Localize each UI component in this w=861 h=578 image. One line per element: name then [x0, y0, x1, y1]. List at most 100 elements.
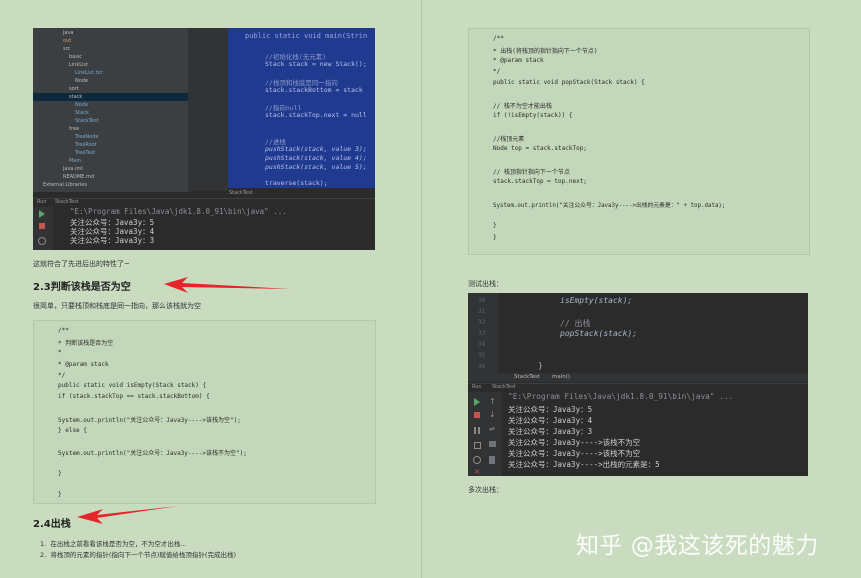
- code-line: System.out.println("关注公众号：Java3y---->该栈不…: [58, 450, 247, 457]
- console-line: "E:\Program Files\Java\jdk1.8.0_91\bin\j…: [508, 392, 734, 401]
- tree-item[interactable]: tree: [33, 125, 188, 133]
- run-panel: Run StackTest "E:\Program Files\Java\jdk…: [33, 198, 375, 250]
- close-icon[interactable]: ✕: [474, 468, 480, 476]
- console-line: 关注公众号：Java3y：5: [508, 405, 593, 414]
- console-line: 关注公众号：Java3y：3: [508, 427, 593, 436]
- code-line: Stack stack = new Stack();: [265, 60, 367, 68]
- code-line: /**: [58, 327, 69, 334]
- ide-screenshot-top: java out src basic LinkList LinkList.txt…: [33, 28, 375, 250]
- down-icon[interactable]: ↓: [489, 410, 496, 419]
- code-line: }: [538, 361, 543, 370]
- breadcrumb-item[interactable]: StackTest: [514, 374, 540, 380]
- line-number: 36: [478, 363, 486, 370]
- tree-item[interactable]: LinkList.txt: [33, 69, 188, 77]
- rerun-icon[interactable]: [474, 398, 480, 406]
- code-line: */: [493, 68, 501, 75]
- run-toolbar: [33, 207, 53, 250]
- code-line: //栈顶元素: [493, 136, 525, 143]
- section-heading: 2.4出栈: [33, 519, 71, 530]
- code-line: pushStack(stack, value 5);: [265, 163, 367, 171]
- tree-item[interactable]: Node: [33, 77, 188, 85]
- console-line: 关注公众号：Java3y：3: [70, 236, 155, 245]
- settings-icon[interactable]: [38, 237, 46, 245]
- console-line: 关注公众号：Java3y---->出栈的元素是：5: [508, 460, 660, 469]
- line-number: 32: [478, 319, 486, 326]
- stop-icon[interactable]: [474, 412, 480, 418]
- code-line: }: [58, 470, 62, 477]
- code-line: popStack(stack);: [560, 329, 638, 338]
- code-line: public static void isEmpty(Stack stack) …: [58, 382, 207, 389]
- code-line: System.out.println("关注公众号：Java3y---->该栈为…: [58, 417, 241, 424]
- tree-item[interactable]: README.md: [33, 173, 188, 181]
- caption: 测试出栈：: [468, 280, 503, 288]
- code-line: }: [493, 234, 497, 241]
- watermark: 知乎 @我这该死的魅力: [576, 533, 819, 559]
- code-line: */: [58, 372, 66, 379]
- tree-item-selected[interactable]: stack: [33, 93, 188, 101]
- code-line: *: [58, 349, 62, 356]
- list-item: 1. 在出栈之前看看该栈是否为空，不为空才出栈...: [40, 540, 187, 548]
- ide-screenshot-bottom: 30 31 32 33 34 35 36 isEmpty(stack); // …: [468, 293, 808, 476]
- list-item: 2. 将栈顶的元素的指针(指向下一个节点)赋值给栈顶指针(完成出栈): [40, 551, 236, 559]
- print-icon[interactable]: [489, 441, 496, 447]
- tree-item[interactable]: TreeTest: [33, 149, 188, 157]
- code-line: stack.stackTop = top.next;: [493, 178, 587, 185]
- red-arrow: [77, 506, 178, 524]
- trash-icon[interactable]: [489, 456, 495, 464]
- stop-icon[interactable]: [39, 223, 45, 229]
- code-line: Node top = stack.stackTop;: [493, 145, 587, 152]
- tree-item[interactable]: LinkList: [33, 61, 188, 69]
- run-panel: Run StackTest ↑ ↓ ⇌ ✕ "E:\Program Files\…: [468, 383, 808, 476]
- wrap-icon[interactable]: ⇌: [489, 425, 495, 433]
- paragraph: 很简单，只要栈顶和栈底是同一指向，那么该栈就为空: [33, 302, 201, 310]
- tree-item[interactable]: TreeNode: [33, 133, 188, 141]
- tree-item[interactable]: sort: [33, 85, 188, 93]
- line-number: 33: [478, 330, 486, 337]
- code-line: }: [493, 222, 497, 229]
- rerun-icon[interactable]: [39, 210, 45, 218]
- code-line: // 出栈: [560, 319, 591, 328]
- code-line: traverse(stack);: [265, 179, 328, 187]
- run-tab[interactable]: StackTest: [492, 384, 516, 390]
- console-line: "E:\Program Files\Java\jdk1.8.0_91\bin\j…: [70, 207, 287, 216]
- code-line: // 栈不为空才能出栈: [493, 103, 552, 110]
- run-tab[interactable]: StackTest: [55, 199, 79, 205]
- tree-item[interactable]: StackTest: [33, 117, 188, 125]
- tree-item[interactable]: java: [33, 29, 188, 37]
- code-line: stack.stackTop.next = null: [265, 111, 367, 119]
- console-line: 关注公众号：Java3y---->该栈不为空: [508, 438, 641, 447]
- console-line: 关注公众号：Java3y：4: [508, 416, 593, 425]
- code-line: } else {: [58, 427, 87, 434]
- code-line: pushStack(stack, value 3);: [265, 145, 367, 153]
- line-number: 35: [478, 352, 486, 359]
- editor-tab[interactable]: StackTest: [229, 190, 253, 196]
- tree-item[interactable]: out: [33, 37, 188, 45]
- code-line: // 栈顶指针指向下一个节点: [493, 169, 570, 176]
- breadcrumb-item[interactable]: main(): [552, 374, 570, 380]
- code-line: public static void main(Strin: [245, 32, 368, 40]
- code-line: * @param stack: [493, 57, 544, 64]
- code-line: }: [58, 491, 62, 498]
- code-line: * 出栈(将栈顶的指针指向下一个节点): [493, 48, 598, 55]
- line-number: 34: [478, 341, 486, 348]
- section-heading: 2.3判断该栈是否为空: [33, 282, 131, 293]
- line-number: 31: [478, 308, 486, 315]
- tree-item[interactable]: Stack: [33, 109, 188, 117]
- tree-item[interactable]: src: [33, 45, 188, 53]
- caption: 多次出栈：: [468, 486, 503, 494]
- left-page: java out src basic LinkList LinkList.txt…: [0, 0, 420, 578]
- tree-item[interactable]: basic: [33, 53, 188, 61]
- tree-item[interactable]: TreeRoot: [33, 141, 188, 149]
- tree-item[interactable]: Node: [33, 101, 188, 109]
- code-line: isEmpty(stack);: [560, 296, 633, 305]
- code-line: * 判断该栈是否为空: [58, 340, 114, 347]
- settings-icon[interactable]: [473, 456, 481, 464]
- code-block-isempty: /** * 判断该栈是否为空 * * @param stack */ publi…: [33, 320, 376, 504]
- tree-item[interactable]: java.iml: [33, 165, 188, 173]
- tree-item[interactable]: External Libraries: [33, 181, 188, 189]
- pause-icon[interactable]: [474, 427, 480, 434]
- line-number: 30: [478, 297, 486, 304]
- up-icon[interactable]: ↑: [489, 397, 496, 406]
- dump-icon[interactable]: [474, 442, 481, 449]
- tree-item[interactable]: Main: [33, 157, 188, 165]
